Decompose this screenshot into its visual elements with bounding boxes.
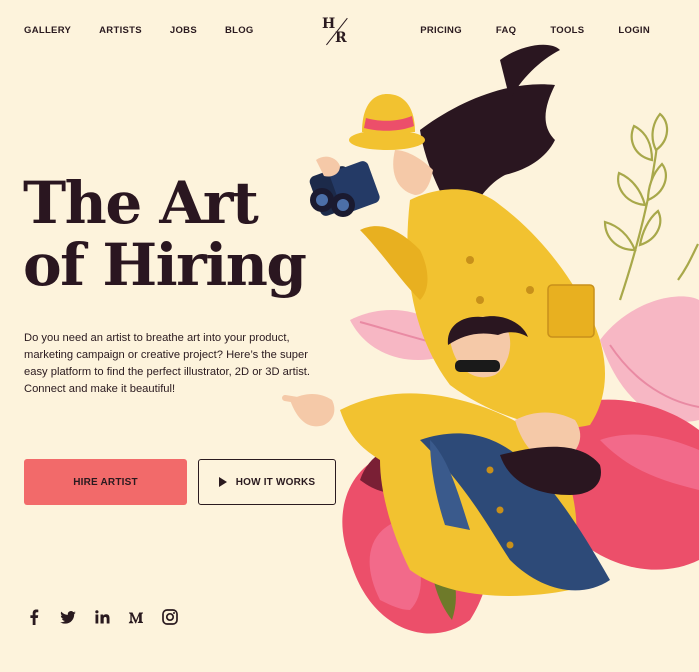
how-it-works-button[interactable]: HOW IT WORKS — [198, 459, 336, 505]
nav-link-blog[interactable]: BLOG — [225, 25, 254, 36]
medium-icon[interactable] — [126, 607, 146, 627]
binoculars-illustration — [309, 161, 380, 217]
linkedin-icon[interactable] — [92, 607, 112, 627]
nav-link-tools[interactable]: TOOLS — [550, 25, 584, 36]
site-logo[interactable]: H R — [318, 15, 354, 49]
facebook-icon[interactable] — [24, 607, 44, 627]
hero-title-line-1: The Art — [23, 169, 259, 237]
nav-link-faq[interactable]: FAQ — [496, 25, 516, 36]
hero-title-line-2: of Hiring — [23, 231, 307, 299]
olive-branch-illustration — [603, 112, 699, 301]
nav-link-gallery[interactable]: GALLERY — [24, 25, 71, 36]
top-navigation: GALLERY ARTISTS JOBS BLOG H R PRICING FA… — [0, 0, 699, 64]
nav-left-group: GALLERY ARTISTS JOBS BLOG — [24, 25, 282, 36]
logo-letter-r: R — [335, 30, 347, 46]
logo-letter-h: H — [322, 16, 336, 32]
hero-description: Do you need an artist to breathe art int… — [24, 332, 311, 395]
nav-link-pricing[interactable]: PRICING — [420, 25, 462, 36]
nav-link-login[interactable]: LOGIN — [618, 25, 650, 36]
social-links — [24, 607, 194, 627]
nav-right-group: PRICING FAQ TOOLS LOGIN — [386, 25, 650, 36]
nav-link-jobs[interactable]: JOBS — [170, 25, 197, 36]
play-icon — [218, 477, 227, 487]
hire-artist-button[interactable]: HIRE ARTIST — [24, 459, 187, 505]
hero-title: The Art of Hiring — [23, 169, 307, 299]
twitter-icon[interactable] — [58, 607, 78, 627]
instagram-icon[interactable] — [160, 607, 180, 627]
nav-link-artists[interactable]: ARTISTS — [99, 25, 142, 36]
how-it-works-label: HOW IT WORKS — [235, 476, 316, 488]
hire-artist-label: HIRE ARTIST — [73, 476, 138, 488]
